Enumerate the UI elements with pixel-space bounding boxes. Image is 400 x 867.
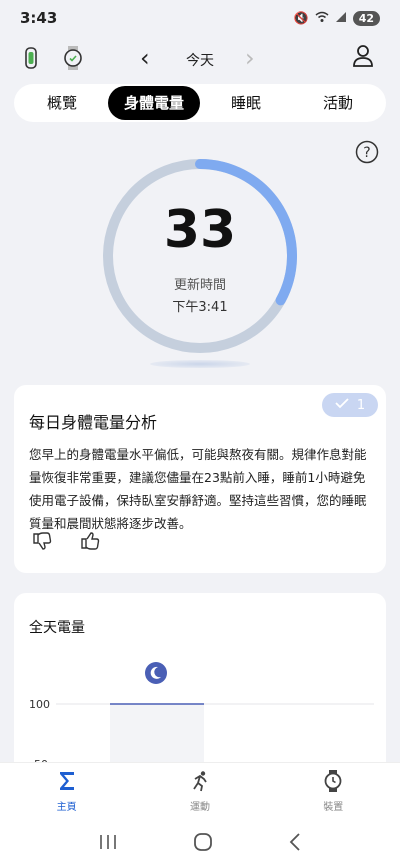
- sleep-marker: z: [145, 662, 167, 684]
- watch-device-icon[interactable]: [62, 46, 84, 74]
- bottom-nav: 主頁 運動 裝置: [0, 762, 400, 820]
- help-icon[interactable]: ?: [355, 140, 379, 168]
- check-badge[interactable]: 1: [322, 393, 378, 417]
- nav-exercise-label: 運動: [189, 802, 210, 813]
- nav-device[interactable]: 裝置: [267, 763, 400, 820]
- thumbs-down-icon[interactable]: [32, 531, 52, 555]
- home-icon[interactable]: [193, 832, 213, 856]
- status-time: 3:43: [20, 9, 58, 27]
- gauge-shadow: [150, 360, 250, 368]
- nav-device-label: 裝置: [323, 802, 344, 813]
- sleep-marker-circle: [145, 662, 167, 684]
- wifi-icon: [315, 11, 329, 26]
- recents-icon[interactable]: [98, 833, 118, 855]
- run-icon: [189, 770, 211, 796]
- thumbs-up-icon[interactable]: [80, 531, 100, 555]
- status-icons: 🔇 42: [293, 10, 380, 26]
- check-count: 1: [356, 397, 366, 413]
- updated-label: 更新時間: [173, 278, 226, 293]
- system-nav-bar: [0, 820, 400, 867]
- updated-time: 下午3:41: [172, 300, 228, 315]
- next-day-button[interactable]: ›: [245, 44, 255, 72]
- sigma-icon: [56, 770, 78, 796]
- status-bar: 3:43 🔇 42: [0, 0, 400, 36]
- chart-title: 全天電量: [29, 620, 85, 636]
- tab-bar: 概覽 身體電量 睡眠 活動: [14, 84, 386, 122]
- tab-body-energy[interactable]: 身體電量: [108, 86, 200, 120]
- mute-icon: 🔇: [293, 11, 309, 25]
- previous-day-button[interactable]: ‹: [140, 44, 150, 72]
- tab-sleep[interactable]: 睡眠: [200, 86, 292, 120]
- energy-value: 33: [163, 200, 237, 260]
- date-label[interactable]: 今天: [170, 50, 230, 70]
- band-device-icon[interactable]: [24, 46, 38, 74]
- svg-text:?: ?: [363, 145, 370, 161]
- nav-exercise[interactable]: 運動: [133, 763, 266, 820]
- battery-badge: 42: [352, 10, 380, 26]
- watch-icon: [322, 770, 344, 796]
- nav-home-label: 主頁: [56, 802, 77, 813]
- tick-label-100: 100: [29, 698, 50, 711]
- profile-icon[interactable]: [352, 44, 374, 72]
- analysis-text: 您早上的身體電量水平偏低，可能與熬夜有關。規律作息對能量恢復非常重要，建議您儘量…: [29, 447, 367, 531]
- analysis-card: 1 每日身體電量分析 您早上的身體電量水平偏低，可能與熬夜有關。規律作息對能量恢…: [14, 385, 386, 573]
- top-nav: ‹ 今天 ›: [0, 38, 400, 78]
- tab-overview[interactable]: 概覽: [16, 86, 108, 120]
- back-icon[interactable]: [288, 832, 302, 856]
- check-icon: [335, 397, 349, 413]
- signal-icon: [335, 11, 347, 26]
- nav-home[interactable]: 主頁: [0, 763, 133, 820]
- sleep-z-glyph: z: [159, 667, 162, 674]
- tab-activity[interactable]: 活動: [292, 86, 384, 120]
- analysis-title: 每日身體電量分析: [29, 413, 158, 432]
